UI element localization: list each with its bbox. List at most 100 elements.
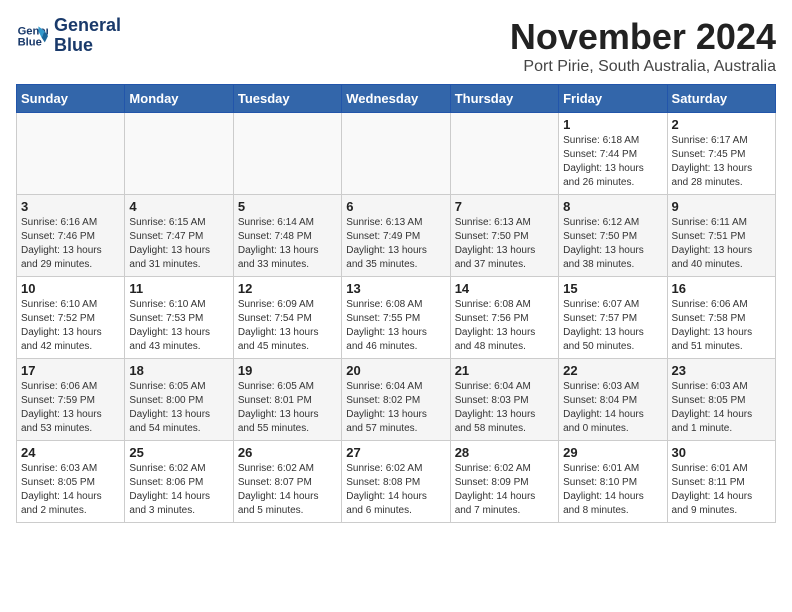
day-number: 3	[21, 199, 120, 214]
day-cell: 14Sunrise: 6:08 AMSunset: 7:56 PMDayligh…	[450, 277, 558, 359]
location-title: Port Pirie, South Australia, Australia	[510, 58, 776, 76]
day-cell: 24 Sunrise: 6:03 AMSunset: 8:05 PMDayligh…	[17, 441, 125, 523]
day-info: Sunrise: 6:09 AMSunset: 7:54 PMDaylight:…	[238, 298, 337, 354]
day-info: Sunrise: 6:10 AMSunset: 7:53 PMDaylight:…	[129, 298, 228, 354]
header-row: SundayMondayTuesdayWednesdayThursdayFrid…	[17, 85, 776, 113]
day-number: 22	[563, 363, 662, 378]
header-cell-wednesday: Wednesday	[342, 85, 450, 113]
day-info: Sunrise: 6:14 AMSunset: 7:48 PMDaylight:…	[238, 216, 337, 272]
day-number: 8	[563, 199, 662, 214]
day-info: Sunrise: 6:03 AMSunset: 8:05 PMDaylight:…	[672, 380, 771, 436]
day-cell: 7Sunrise: 6:13 AMSunset: 7:50 PMDaylight…	[450, 195, 558, 277]
day-number: 6	[346, 199, 445, 214]
day-cell: 26Sunrise: 6:02 AMSunset: 8:07 PMDayligh…	[233, 441, 341, 523]
header-cell-tuesday: Tuesday	[233, 85, 341, 113]
day-cell: 11Sunrise: 6:10 AMSunset: 7:53 PMDayligh…	[125, 277, 233, 359]
day-cell: 17 Sunrise: 6:06 AMSunset: 7:59 PMDayligh…	[17, 359, 125, 441]
day-info: Sunrise: 6:01 AMSunset: 8:10 PMDaylight:…	[563, 462, 662, 518]
day-info: Sunrise: 6:11 AMSunset: 7:51 PMDaylight:…	[672, 216, 771, 272]
calendar-body: 1Sunrise: 6:18 AMSunset: 7:44 PMDaylight…	[17, 113, 776, 523]
day-info: Sunrise: 6:01 AMSunset: 8:11 PMDaylight:…	[672, 462, 771, 518]
day-number: 21	[455, 363, 554, 378]
logo-text-line1: General	[54, 16, 121, 36]
day-cell	[342, 113, 450, 195]
day-info: Sunrise: 6:04 AMSunset: 8:02 PMDaylight:…	[346, 380, 445, 436]
day-cell: 3 Sunrise: 6:16 AMSunset: 7:46 PMDaylight…	[17, 195, 125, 277]
day-info: Sunrise: 6:06 AMSunset: 7:59 PMDaylight:…	[21, 380, 120, 436]
day-cell: 5 Sunrise: 6:14 AMSunset: 7:48 PMDaylight…	[233, 195, 341, 277]
day-number: 5	[238, 199, 337, 214]
day-number: 17	[21, 363, 120, 378]
week-row-1: 1Sunrise: 6:18 AMSunset: 7:44 PMDaylight…	[17, 113, 776, 195]
day-number: 4	[129, 199, 228, 214]
day-cell: 15Sunrise: 6:07 AMSunset: 7:57 PMDayligh…	[559, 277, 667, 359]
header-cell-sunday: Sunday	[17, 85, 125, 113]
title-area: November 2024 Port Pirie, South Australi…	[510, 16, 776, 76]
day-number: 28	[455, 445, 554, 460]
header-cell-monday: Monday	[125, 85, 233, 113]
day-cell	[233, 113, 341, 195]
week-row-5: 24 Sunrise: 6:03 AMSunset: 8:05 PMDayligh…	[17, 441, 776, 523]
calendar-header: SundayMondayTuesdayWednesdayThursdayFrid…	[17, 85, 776, 113]
month-title: November 2024	[510, 16, 776, 58]
day-number: 26	[238, 445, 337, 460]
day-info: Sunrise: 6:05 AMSunset: 8:00 PMDaylight:…	[129, 380, 228, 436]
day-number: 16	[672, 281, 771, 296]
svg-text:Blue: Blue	[18, 36, 42, 48]
day-number: 24	[21, 445, 120, 460]
day-cell: 28 Sunrise: 6:02 AMSunset: 8:09 PMDayligh…	[450, 441, 558, 523]
day-info: Sunrise: 6:06 AMSunset: 7:58 PMDaylight:…	[672, 298, 771, 354]
day-cell: 27Sunrise: 6:02 AMSunset: 8:08 PMDayligh…	[342, 441, 450, 523]
day-number: 30	[672, 445, 771, 460]
day-info: Sunrise: 6:12 AMSunset: 7:50 PMDaylight:…	[563, 216, 662, 272]
day-info: Sunrise: 6:02 AMSunset: 8:06 PMDaylight:…	[129, 462, 228, 518]
day-info: Sunrise: 6:02 AMSunset: 8:09 PMDaylight:…	[455, 462, 554, 518]
day-number: 20	[346, 363, 445, 378]
day-cell: 21 Sunrise: 6:04 AMSunset: 8:03 PMDayligh…	[450, 359, 558, 441]
day-number: 2	[672, 117, 771, 132]
day-cell: 18Sunrise: 6:05 AMSunset: 8:00 PMDayligh…	[125, 359, 233, 441]
logo-icon: General Blue	[16, 20, 48, 52]
week-row-2: 3 Sunrise: 6:16 AMSunset: 7:46 PMDaylight…	[17, 195, 776, 277]
day-number: 25	[129, 445, 228, 460]
day-cell: 23 Sunrise: 6:03 AMSunset: 8:05 PMDayligh…	[667, 359, 775, 441]
calendar-table: SundayMondayTuesdayWednesdayThursdayFrid…	[16, 84, 776, 523]
day-cell: 4 Sunrise: 6:15 AMSunset: 7:47 PMDaylight…	[125, 195, 233, 277]
day-cell: 29 Sunrise: 6:01 AMSunset: 8:10 PMDayligh…	[559, 441, 667, 523]
day-cell: 6Sunrise: 6:13 AMSunset: 7:49 PMDaylight…	[342, 195, 450, 277]
day-cell: 30 Sunrise: 6:01 AMSunset: 8:11 PMDayligh…	[667, 441, 775, 523]
day-info: Sunrise: 6:05 AMSunset: 8:01 PMDaylight:…	[238, 380, 337, 436]
day-cell: 2 Sunrise: 6:17 AMSunset: 7:45 PMDaylight…	[667, 113, 775, 195]
header-cell-thursday: Thursday	[450, 85, 558, 113]
day-number: 7	[455, 199, 554, 214]
day-info: Sunrise: 6:17 AMSunset: 7:45 PMDaylight:…	[672, 134, 771, 190]
day-number: 27	[346, 445, 445, 460]
day-cell: 9 Sunrise: 6:11 AMSunset: 7:51 PMDaylight…	[667, 195, 775, 277]
day-info: Sunrise: 6:03 AMSunset: 8:04 PMDaylight:…	[563, 380, 662, 436]
day-cell	[450, 113, 558, 195]
day-number: 19	[238, 363, 337, 378]
header-cell-friday: Friday	[559, 85, 667, 113]
day-cell: 20 Sunrise: 6:04 AMSunset: 8:02 PMDayligh…	[342, 359, 450, 441]
day-info: Sunrise: 6:08 AMSunset: 7:55 PMDaylight:…	[346, 298, 445, 354]
day-cell	[125, 113, 233, 195]
week-row-4: 17 Sunrise: 6:06 AMSunset: 7:59 PMDayligh…	[17, 359, 776, 441]
logo: General Blue General Blue	[16, 16, 121, 56]
day-info: Sunrise: 6:18 AMSunset: 7:44 PMDaylight:…	[563, 134, 662, 190]
day-number: 13	[346, 281, 445, 296]
week-row-3: 10Sunrise: 6:10 AMSunset: 7:52 PMDayligh…	[17, 277, 776, 359]
header-cell-saturday: Saturday	[667, 85, 775, 113]
day-info: Sunrise: 6:03 AMSunset: 8:05 PMDaylight:…	[21, 462, 120, 518]
day-number: 29	[563, 445, 662, 460]
day-number: 15	[563, 281, 662, 296]
day-number: 12	[238, 281, 337, 296]
day-number: 23	[672, 363, 771, 378]
day-number: 9	[672, 199, 771, 214]
header: General Blue General Blue November 2024 …	[16, 16, 776, 76]
day-info: Sunrise: 6:10 AMSunset: 7:52 PMDaylight:…	[21, 298, 120, 354]
day-info: Sunrise: 6:16 AMSunset: 7:46 PMDaylight:…	[21, 216, 120, 272]
day-info: Sunrise: 6:08 AMSunset: 7:56 PMDaylight:…	[455, 298, 554, 354]
day-info: Sunrise: 6:15 AMSunset: 7:47 PMDaylight:…	[129, 216, 228, 272]
day-cell: 12 Sunrise: 6:09 AMSunset: 7:54 PMDayligh…	[233, 277, 341, 359]
day-info: Sunrise: 6:04 AMSunset: 8:03 PMDaylight:…	[455, 380, 554, 436]
